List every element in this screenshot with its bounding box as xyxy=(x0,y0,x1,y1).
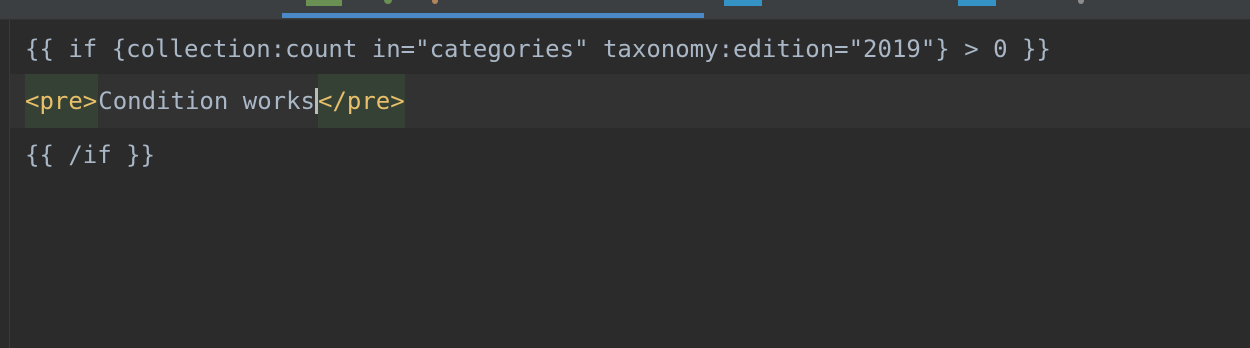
pre-open-tag: <pre> xyxy=(25,74,99,128)
code-line-content: <pre>Condition works </pre> xyxy=(25,74,405,128)
editor-tab-bar xyxy=(0,0,1250,19)
code-line-1[interactable]: {{ if {collection:count in="categories" … xyxy=(10,22,1250,76)
pre-text-content: Condition works xyxy=(98,87,315,115)
code-line-2-current[interactable]: <pre>Condition works </pre> xyxy=(10,74,1250,128)
tab-partial-glyph xyxy=(1078,0,1084,4)
tab-partial-glyph xyxy=(384,0,392,4)
pre-close-tag: </pre> xyxy=(318,74,405,128)
code-editor[interactable]: {{ if {collection:count in="categories" … xyxy=(10,20,1250,348)
tab-partial-glyph xyxy=(432,0,438,4)
active-tab-indicator xyxy=(282,13,704,18)
code-line-3[interactable]: {{ /if }} xyxy=(10,128,1250,182)
html-file-icon[interactable] xyxy=(306,0,342,6)
code-line-text: {{ if {collection:count in="categories" … xyxy=(25,35,1051,63)
code-line-text: {{ /if }} xyxy=(25,141,156,169)
markdown-file-icon[interactable] xyxy=(724,0,762,6)
markdown-file-icon[interactable] xyxy=(958,0,996,6)
